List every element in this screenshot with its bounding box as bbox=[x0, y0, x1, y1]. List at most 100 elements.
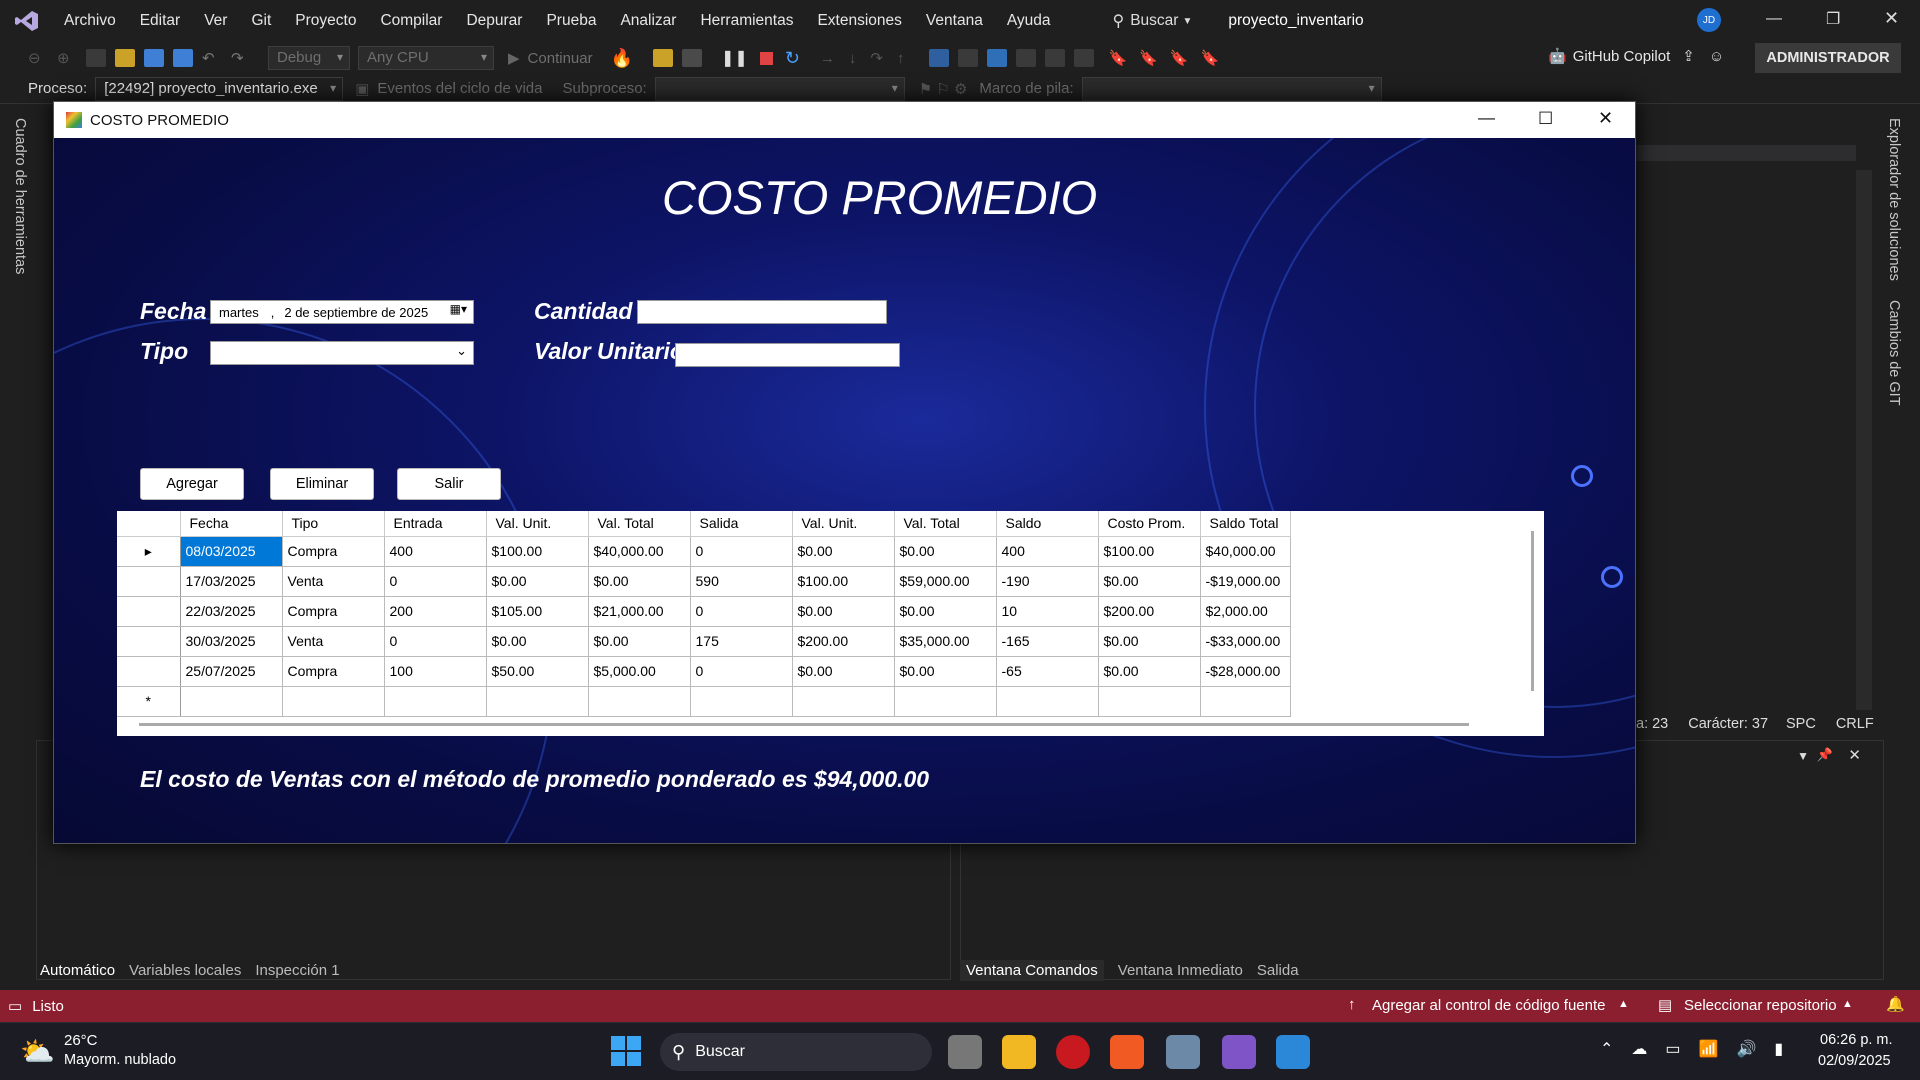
flag-icons[interactable]: ⚑ ⚐ ⚙ bbox=[919, 80, 968, 98]
table-row[interactable]: ▸ 08/03/2025 Compra 400 $100.00 $40,000.00 0 $0… bbox=[117, 536, 1291, 567]
grid-col-header[interactable]: Fecha bbox=[180, 511, 283, 537]
grid-cell[interactable]: $200.00 bbox=[792, 626, 895, 657]
menu-extensiones[interactable]: Extensiones bbox=[817, 12, 901, 30]
grid-cell[interactable]: 0 bbox=[690, 596, 793, 627]
grid-cell[interactable]: Compra bbox=[282, 596, 385, 627]
output-icon[interactable]: ▭ bbox=[8, 997, 22, 1015]
grid-cell[interactable]: $21,000.00 bbox=[588, 596, 691, 627]
grid-cell[interactable]: $0.00 bbox=[1098, 566, 1201, 597]
grid-cell[interactable]: Compra bbox=[282, 536, 385, 567]
grid-cell[interactable] bbox=[792, 686, 895, 717]
row-header[interactable]: ▸ bbox=[117, 536, 181, 567]
grid-cell[interactable]: $40,000.00 bbox=[1200, 536, 1291, 567]
calendar-icon[interactable]: ▦▾ bbox=[450, 302, 467, 316]
menu-ayuda[interactable]: Ayuda bbox=[1007, 12, 1051, 30]
toolbox-tab[interactable]: Cuadro de herramientas bbox=[12, 118, 28, 274]
grid-cell[interactable]: $200.00 bbox=[1098, 596, 1201, 627]
grid-cell[interactable]: $0.00 bbox=[894, 536, 997, 567]
minimize-icon[interactable]: — bbox=[1766, 10, 1782, 28]
comment-icon[interactable] bbox=[1073, 49, 1094, 67]
grid-cell[interactable] bbox=[690, 686, 793, 717]
menu-herramientas[interactable]: Herramientas bbox=[700, 12, 793, 30]
tab-0[interactable]: Automático bbox=[40, 962, 115, 979]
cantidad-input[interactable] bbox=[637, 300, 887, 324]
grid-cell[interactable]: $100.00 bbox=[1098, 536, 1201, 567]
pin-icon[interactable]: 📌 bbox=[1817, 747, 1833, 763]
start-icon[interactable] bbox=[611, 1036, 641, 1066]
grid-cell[interactable]: -165 bbox=[996, 626, 1099, 657]
file-explorer-icon[interactable] bbox=[1002, 1035, 1036, 1069]
cursor-icon[interactable] bbox=[986, 49, 1007, 67]
weather-icon[interactable]: ⛅ bbox=[20, 1035, 55, 1068]
menu-ventana[interactable]: Ventana bbox=[926, 12, 983, 30]
avatar[interactable]: JD bbox=[1697, 8, 1721, 32]
hot-reload-icon[interactable]: 🔥 bbox=[611, 48, 633, 69]
clock-time[interactable]: 06:26 p. m. bbox=[1820, 1032, 1893, 1048]
grid-cell[interactable]: 175 bbox=[690, 626, 793, 657]
spc-indicator[interactable]: SPC bbox=[1786, 716, 1816, 732]
grid-cell[interactable]: 0 bbox=[690, 536, 793, 567]
grid-cell[interactable]: $35,000.00 bbox=[894, 626, 997, 657]
grid-cell[interactable]: $50.00 bbox=[486, 656, 589, 687]
menu-git[interactable]: Git bbox=[251, 12, 271, 30]
menu-editar[interactable]: Editar bbox=[140, 12, 181, 30]
grid-cell[interactable]: $2,000.00 bbox=[1200, 596, 1291, 627]
grid-col-header[interactable]: Entrada bbox=[384, 511, 487, 537]
database-icon[interactable] bbox=[1166, 1035, 1200, 1069]
grid-cell[interactable] bbox=[180, 686, 283, 717]
grid-cell[interactable]: 100 bbox=[384, 656, 487, 687]
grid-cell[interactable] bbox=[282, 686, 385, 717]
vs-search-button[interactable]: ⚲ Buscar ▼ bbox=[1113, 11, 1193, 31]
grid-cell[interactable] bbox=[486, 686, 589, 717]
tab-2[interactable]: Inspección 1 bbox=[255, 962, 339, 979]
grid-cell[interactable]: 25/07/2025 bbox=[180, 656, 283, 687]
browse-icon[interactable] bbox=[653, 49, 674, 67]
restart-icon[interactable]: ↻ bbox=[785, 48, 800, 69]
row-header[interactable] bbox=[117, 656, 181, 687]
grid-cell[interactable]: $0.00 bbox=[792, 536, 895, 567]
grid-cell[interactable]: $0.00 bbox=[894, 656, 997, 687]
grid-cell[interactable]: -190 bbox=[996, 566, 1099, 597]
tab-1[interactable]: Ventana Inmediato bbox=[1118, 962, 1243, 979]
grid-col-header[interactable]: Saldo bbox=[996, 511, 1099, 537]
feedback-icon[interactable]: ☺ bbox=[1709, 48, 1724, 65]
close-icon[interactable]: ✕ bbox=[1884, 8, 1899, 29]
grid-cell[interactable]: 22/03/2025 bbox=[180, 596, 283, 627]
fecha-datepicker[interactable]: martes , 2 de septiembre de 2025 ▦▾ bbox=[210, 300, 474, 324]
grid-col-header[interactable]: Tipo bbox=[282, 511, 385, 537]
solution-explorer-tab[interactable]: Explorador de soluciones bbox=[1886, 118, 1902, 281]
redo-icon[interactable]: ↷ bbox=[231, 49, 251, 67]
grid-cell[interactable]: 17/03/2025 bbox=[180, 566, 283, 597]
grid-cell[interactable]: 400 bbox=[996, 536, 1099, 567]
grid-cell[interactable] bbox=[894, 686, 997, 717]
row-header[interactable] bbox=[117, 626, 181, 657]
grid-cell[interactable]: $0.00 bbox=[588, 566, 691, 597]
tray-icons[interactable]: ⌃☁▭📶🔊▮ bbox=[1600, 1039, 1801, 1059]
task-view-icon[interactable] bbox=[948, 1035, 982, 1069]
grid-cell[interactable] bbox=[384, 686, 487, 717]
spell-icon[interactable] bbox=[957, 49, 978, 67]
grid-col-header[interactable]: Val. Unit. bbox=[792, 511, 895, 537]
grid-cell[interactable]: $105.00 bbox=[486, 596, 589, 627]
tab-2[interactable]: Salida bbox=[1257, 962, 1299, 979]
brave-icon[interactable] bbox=[1110, 1035, 1144, 1069]
undo-icon[interactable]: ↶ bbox=[202, 49, 222, 67]
lifecycle-events[interactable]: Eventos del ciclo de vida bbox=[377, 80, 542, 97]
clock-date[interactable]: 02/09/2025 bbox=[1818, 1053, 1891, 1069]
panel-menu-icon[interactable]: ▼ bbox=[1797, 749, 1809, 763]
minimize-icon[interactable]: — bbox=[1478, 108, 1495, 128]
select-repo-button[interactable]: Seleccionar repositorio bbox=[1684, 997, 1837, 1014]
menu-compilar[interactable]: Compilar bbox=[380, 12, 442, 30]
forward-icon[interactable]: ⊕ bbox=[57, 49, 77, 67]
source-control-button[interactable]: Agregar al control de código fuente bbox=[1372, 997, 1606, 1014]
grid-cell[interactable]: $0.00 bbox=[1098, 626, 1201, 657]
table-row[interactable]: 25/07/2025 Compra 100 $50.00 $5,000.00 0 $0.00… bbox=[117, 656, 1291, 687]
grid-col-header[interactable]: Val. Total bbox=[588, 511, 691, 537]
grid-cell[interactable]: $5,000.00 bbox=[588, 656, 691, 687]
grid-cell[interactable]: $0.00 bbox=[1098, 656, 1201, 687]
open-folder-icon[interactable] bbox=[115, 49, 135, 67]
bell-icon[interactable]: 🔔 bbox=[1886, 995, 1905, 1013]
new-row[interactable]: * bbox=[117, 686, 1291, 717]
continue-button[interactable]: Continuar bbox=[528, 50, 593, 67]
taskbar-search[interactable]: ⚲ Buscar bbox=[660, 1033, 932, 1071]
